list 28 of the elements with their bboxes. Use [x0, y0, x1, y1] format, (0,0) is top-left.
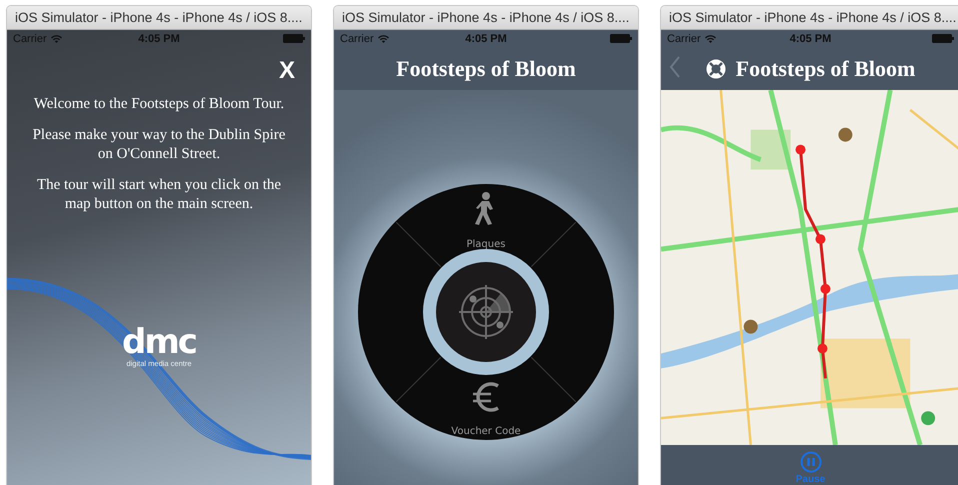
wifi-icon	[50, 34, 62, 42]
nav-title: Footsteps of Bloom	[396, 56, 576, 82]
battery-icon	[932, 34, 954, 43]
window-title: iOS Simulator - iPhone 4s - iPhone 4s / iOS 8....	[15, 10, 302, 25]
status-time: 4:05 PM	[465, 32, 507, 44]
menu-item[interactable]: Voucher Code	[451, 426, 521, 437]
radar-button[interactable]	[423, 249, 549, 375]
close-button[interactable]: X	[278, 57, 295, 85]
wifi-icon	[378, 34, 389, 42]
menu-item[interactable]: Plaques	[466, 239, 506, 250]
carrier-label: Carrier	[340, 32, 389, 44]
pause-icon	[800, 451, 822, 473]
battery-icon	[610, 34, 632, 43]
logo-mark: dmc	[122, 325, 196, 359]
welcome-text: The tour will start when you click on the map button on the main screen.	[36, 176, 282, 214]
status-time: 4:05 PM	[138, 32, 180, 44]
status-time: 4:05 PM	[790, 32, 832, 44]
welcome-text: Please make your way to the Dublin Spire on O'Connell Street.	[32, 126, 286, 164]
nav-title: Footsteps of Bloom	[736, 56, 916, 82]
welcome-text: Welcome to the Footsteps of Bloom Tour.	[32, 95, 286, 114]
euro-icon	[472, 382, 499, 412]
wifi-icon	[704, 34, 716, 42]
lifebuoy-icon	[706, 58, 726, 78]
window-title: iOS Simulator - iPhone 4s - iPhone 4s / iOS 8....	[669, 10, 956, 25]
battery-icon	[283, 34, 305, 43]
window-title: iOS Simulator - iPhone 4s - iPhone 4s / iOS 8....	[342, 10, 630, 25]
carrier-label: Carrier	[667, 32, 716, 44]
walking-person-icon	[475, 192, 493, 225]
